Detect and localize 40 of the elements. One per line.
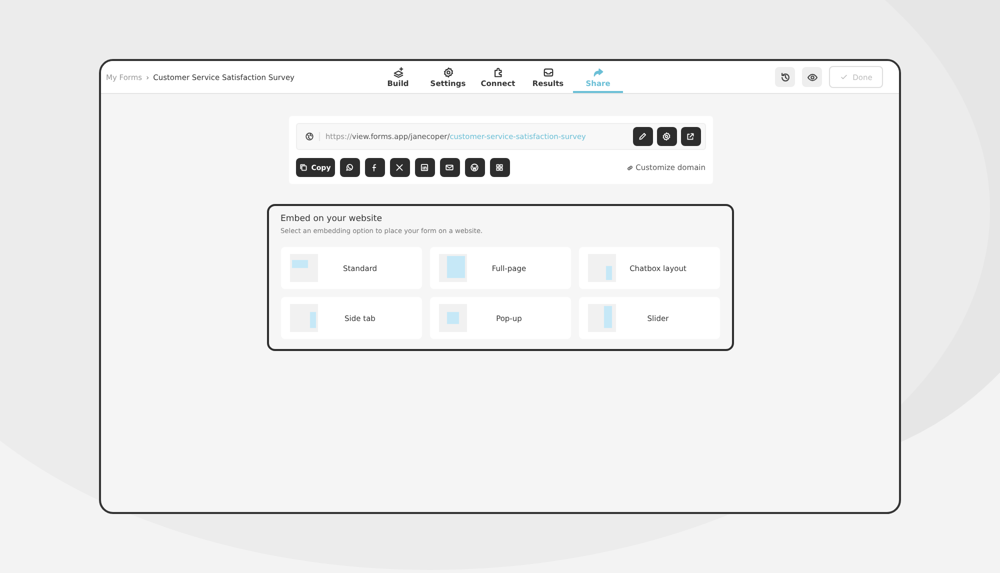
envelope-icon <box>445 163 454 172</box>
x-logo-icon <box>395 163 404 172</box>
share-button[interactable] <box>464 158 484 177</box>
share-button[interactable] <box>340 158 360 177</box>
whatsapp-icon <box>345 163 354 172</box>
preview-button[interactable] <box>802 67 822 87</box>
settings-icon <box>662 132 671 141</box>
layout-preview-icon <box>290 304 318 332</box>
layout-preview-icon <box>588 304 616 332</box>
layout-preview-icon <box>438 254 466 282</box>
share-button[interactable] <box>390 158 410 177</box>
qr-code-icon <box>495 163 504 172</box>
facebook-icon <box>370 163 379 172</box>
puzzle-icon <box>492 66 504 78</box>
inbox-icon <box>542 66 554 78</box>
layout-preview-icon <box>588 254 616 282</box>
share-button[interactable] <box>490 158 510 177</box>
link-icon <box>626 164 634 172</box>
eye-icon <box>806 72 818 82</box>
share-icon <box>592 66 604 78</box>
linkedin-icon <box>420 163 429 172</box>
external-link-icon <box>686 132 695 141</box>
globe-icon <box>304 132 320 141</box>
check-icon <box>840 73 848 81</box>
pencil-icon <box>638 132 647 141</box>
layout-preview-icon <box>438 304 466 332</box>
wordpress-icon <box>470 163 479 172</box>
share-button[interactable] <box>440 158 460 177</box>
history-button[interactable] <box>775 67 795 87</box>
share-button[interactable] <box>364 158 384 177</box>
panel-title: Embed on your website <box>280 214 384 224</box>
open-link-button[interactable] <box>680 127 700 146</box>
stack-icon <box>392 66 404 78</box>
layout-preview-icon <box>290 254 318 282</box>
settings-button[interactable] <box>656 127 676 146</box>
share-button[interactable] <box>414 158 434 177</box>
copy-icon <box>299 163 308 172</box>
settings-icon <box>442 66 454 78</box>
history-icon <box>780 72 790 82</box>
edit-button[interactable] <box>632 127 652 146</box>
